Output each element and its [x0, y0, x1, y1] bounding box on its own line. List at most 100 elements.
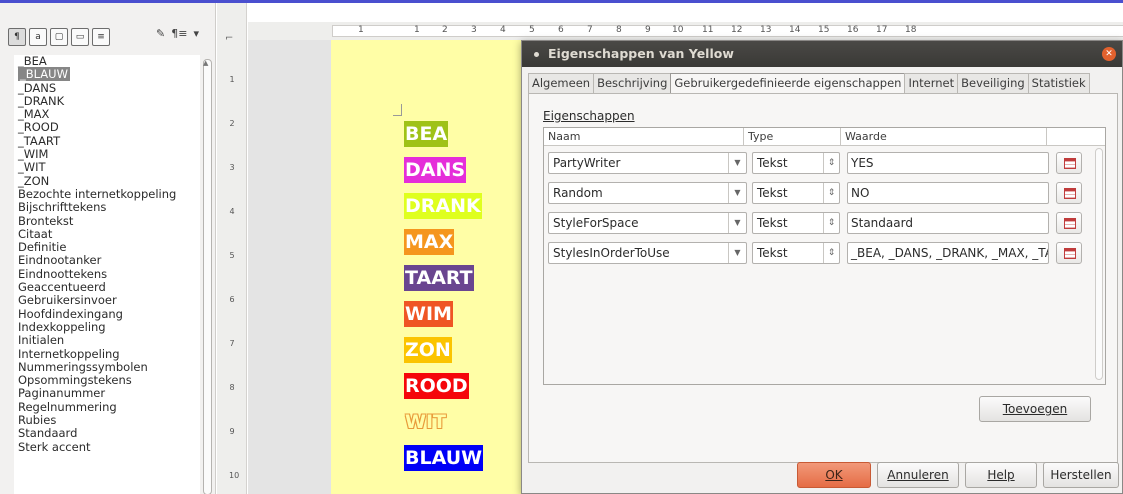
ok-button[interactable]: OK: [797, 462, 871, 488]
edit-value-button[interactable]: [1056, 212, 1082, 234]
tab-algemeen[interactable]: Algemeen: [528, 73, 595, 93]
edit-value-button[interactable]: [1056, 152, 1082, 174]
tab-beveiliging[interactable]: Beveiliging: [957, 73, 1029, 93]
property-type-combo[interactable]: Tekst ⇕: [752, 182, 840, 204]
column-header-type[interactable]: Type: [744, 128, 841, 146]
style-list-item[interactable]: Indexkoppeling: [14, 320, 200, 334]
tab-beschrijving[interactable]: Beschrijving: [593, 73, 672, 93]
chevron-down-icon[interactable]: ▼: [728, 213, 746, 233]
ruler-number: 13: [760, 25, 772, 35]
style-list-item[interactable]: Definitie: [14, 241, 200, 254]
paragraph-styles-icon[interactable]: ¶: [8, 28, 26, 46]
tab-custom-properties[interactable]: Gebruikergedefinieerde eigenschappen: [670, 73, 906, 94]
chevron-down-icon[interactable]: ▼: [728, 243, 746, 263]
character-styles-icon[interactable]: a: [29, 28, 47, 46]
property-value-field[interactable]: _BEA, _DANS, _DRANK, _MAX, _TA: [847, 242, 1049, 264]
style-list-item[interactable]: _WIT: [14, 161, 200, 174]
style-list-item[interactable]: Geaccentueerd: [14, 281, 200, 294]
style-list-item[interactable]: Regelnummering: [14, 400, 200, 414]
column-header-name[interactable]: Naam: [544, 128, 744, 146]
property-type-combo[interactable]: Tekst ⇕: [752, 152, 840, 174]
frame-styles-icon[interactable]: ▢: [50, 28, 68, 46]
style-list-item[interactable]: _DRANK: [14, 94, 200, 108]
spin-arrows-icon[interactable]: ⇕: [823, 243, 839, 263]
tab-internet[interactable]: Internet: [904, 73, 959, 93]
spin-arrows-icon[interactable]: ⇕: [823, 183, 839, 203]
tab-statistiek[interactable]: Statistiek: [1027, 73, 1090, 93]
vertical-ruler[interactable]: ⌐ 1 2 3 4 5 6 7 8 9 10: [217, 3, 247, 494]
column-header-value[interactable]: Waarde: [841, 128, 1047, 146]
ok-label: OK: [825, 468, 843, 482]
scrollbar-thumb[interactable]: [203, 59, 212, 494]
edit-value-button[interactable]: [1056, 242, 1082, 264]
reset-button[interactable]: Herstellen: [1043, 462, 1119, 488]
style-list-item[interactable]: Bezochte internetkoppeling: [14, 187, 200, 201]
spin-arrows-icon[interactable]: ⇕: [823, 213, 839, 233]
style-list-item[interactable]: Paginanummer: [14, 387, 200, 400]
window-menu-icon[interactable]: [534, 52, 539, 57]
cancel-button[interactable]: Annuleren: [877, 462, 959, 488]
styled-word[interactable]: MAX: [404, 229, 455, 255]
styled-word[interactable]: ROOD: [404, 373, 469, 399]
fill-format-icon[interactable]: ✎: [156, 27, 165, 40]
styled-word[interactable]: WIM: [404, 301, 453, 327]
style-list-item[interactable]: Eindnoottekens: [14, 267, 200, 281]
dialog-titlebar[interactable]: Eigenschappen van Yellow ✕: [522, 41, 1122, 67]
style-list-item[interactable]: _WIM: [14, 148, 200, 161]
styled-word[interactable]: ZON: [404, 337, 452, 363]
style-list-item[interactable]: Rubies: [14, 414, 200, 427]
style-list-item[interactable]: _DANS: [14, 80, 200, 95]
style-list-scrollbar[interactable]: ▲: [201, 55, 214, 494]
style-list-item[interactable]: Citaat: [14, 227, 200, 241]
property-value-field[interactable]: Standaard: [847, 212, 1049, 234]
style-list-item[interactable]: _TAART: [14, 134, 200, 148]
style-list-item[interactable]: _BLAUW: [14, 67, 200, 82]
style-list-item[interactable]: _MAX: [14, 108, 200, 121]
style-list[interactable]: _BEA _BLAUW _DANS _DRANK _MAX _ROOD _TAART _WIM…: [14, 55, 200, 494]
style-list-item[interactable]: Gebruikersinvoer: [14, 294, 200, 307]
ruler-corner-icon: ⌐: [225, 33, 234, 44]
style-list-item[interactable]: Nummeringssymbolen: [14, 360, 200, 374]
new-style-icon[interactable]: ¶≡: [171, 27, 187, 40]
style-list-item[interactable]: Eindnootanker: [14, 254, 200, 267]
style-list-item[interactable]: Bijschrifttekens: [14, 201, 200, 214]
styled-word[interactable]: TAART: [404, 265, 474, 291]
spin-arrows-icon[interactable]: ⇕: [823, 153, 839, 173]
style-list-item[interactable]: Initialen: [14, 334, 200, 347]
property-name-combo[interactable]: PartyWriter ▼: [548, 152, 747, 174]
add-property-button[interactable]: Toevoegen: [979, 396, 1091, 422]
grid-scrollbar[interactable]: [1095, 148, 1103, 380]
styled-word[interactable]: BLAUW: [404, 445, 484, 471]
scroll-up-icon[interactable]: ▲: [203, 59, 208, 67]
style-list-item[interactable]: Internetkoppeling: [14, 347, 200, 361]
list-styles-icon[interactable]: ≡: [92, 28, 110, 46]
edit-value-button[interactable]: [1056, 182, 1082, 204]
style-list-item[interactable]: Standaard: [14, 427, 200, 440]
style-list-item[interactable]: _ROOD: [14, 121, 200, 134]
style-list-item[interactable]: _ZON: [14, 174, 200, 188]
property-name-combo[interactable]: Random ▼: [548, 182, 747, 204]
style-name: _DANS: [18, 80, 57, 95]
property-name-combo[interactable]: StyleForSpace ▼: [548, 212, 747, 234]
close-icon[interactable]: ✕: [1102, 47, 1116, 61]
style-list-item[interactable]: Brontekst: [14, 214, 200, 228]
style-list-item[interactable]: Hoofdindexingang: [14, 307, 200, 321]
styled-word[interactable]: DANS: [404, 157, 467, 183]
chevron-down-icon[interactable]: ▼: [728, 183, 746, 203]
help-button[interactable]: Help: [965, 462, 1037, 488]
property-name-combo[interactable]: StylesInOrderToUse ▼: [548, 242, 747, 264]
horizontal-ruler[interactable]: 1 1 2 3 4 5 6 7 8 9 10 11 12 13 14 15 16 17 18: [248, 22, 1123, 40]
style-list-item[interactable]: Sterk accent: [14, 440, 200, 454]
styled-word[interactable]: WIT: [404, 409, 447, 435]
chevron-down-icon[interactable]: ▼: [728, 153, 746, 173]
chevron-down-icon[interactable]: ▾: [193, 27, 199, 40]
style-list-item[interactable]: _BEA: [14, 55, 200, 68]
page-styles-icon[interactable]: ▭: [71, 28, 89, 46]
styled-word[interactable]: BEA: [404, 121, 449, 147]
styled-word[interactable]: DRANK: [404, 193, 482, 219]
property-type-combo[interactable]: Tekst ⇕: [752, 212, 840, 234]
style-list-item[interactable]: Opsommingstekens: [14, 374, 200, 387]
property-value-field[interactable]: YES: [847, 152, 1049, 174]
property-value-field[interactable]: NO: [847, 182, 1049, 204]
property-type-combo[interactable]: Tekst ⇕: [752, 242, 840, 264]
